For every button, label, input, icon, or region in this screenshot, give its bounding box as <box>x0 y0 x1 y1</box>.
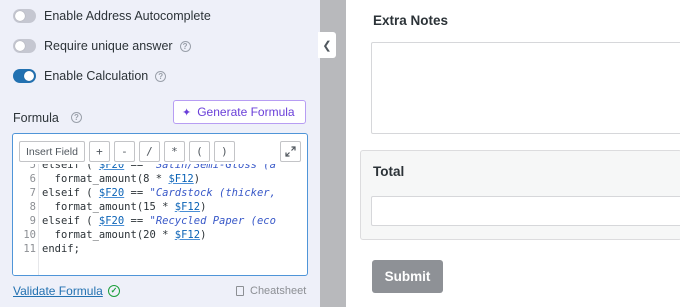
close-paren-button[interactable]: ) <box>213 141 235 162</box>
address-autocomplete-label: Enable Address Autocomplete <box>44 9 211 23</box>
unique-answer-toggle[interactable] <box>13 39 36 53</box>
code-token: ) <box>193 173 201 185</box>
insert-field-button[interactable]: Insert Field <box>19 141 85 162</box>
code-text: elseif ( $F20 == "Satin/Semi-Gloss (a <box>42 164 282 172</box>
enable-calculation-toggle[interactable] <box>13 69 36 83</box>
string-literal: "Recycled Paper (eco <box>149 215 283 227</box>
unique-answer-row: Require unique answer ? <box>13 37 191 55</box>
help-icon[interactable]: ? <box>155 70 167 82</box>
code-token: ) <box>200 229 207 241</box>
submit-button[interactable]: Submit <box>372 260 443 293</box>
unique-answer-label: Require unique answer <box>44 39 173 53</box>
line-number: 7 <box>29 187 36 199</box>
valid-check-icon: ✓ <box>108 285 120 297</box>
cheatsheet-link[interactable]: Cheatsheet <box>236 285 306 297</box>
total-input[interactable] <box>371 196 680 226</box>
code-text: format_amount(20 * $F12) <box>42 228 207 242</box>
minus-button[interactable]: - <box>113 141 135 162</box>
line-number: 11 <box>23 243 36 255</box>
toggle-knob <box>24 71 34 81</box>
code-token: elseif ( <box>42 215 99 227</box>
formula-code[interactable]: 5 elseif ( $F20 == "Satin/Semi-Gloss (a 6… <box>13 164 307 275</box>
formula-help-icon[interactable]: ? <box>71 112 82 123</box>
code-token: elseif ( <box>42 164 99 171</box>
code-text: endif; <box>42 242 80 256</box>
code-token: endif; <box>42 243 80 255</box>
line-number: 10 <box>23 229 36 241</box>
generate-formula-button[interactable]: ✦ Generate Formula <box>173 100 306 124</box>
enable-calculation-label: Enable Calculation <box>44 69 149 83</box>
extra-notes-label: Extra Notes <box>373 13 449 28</box>
field-variable: $F12 <box>174 201 201 213</box>
chevron-left-icon: ❮ <box>322 39 332 52</box>
expand-icon <box>285 146 296 157</box>
formula-label: Formula <box>13 111 59 125</box>
toggle-knob <box>15 41 25 51</box>
line-number: 8 <box>29 201 36 213</box>
code-text: format_amount(15 * $F12) <box>42 200 207 214</box>
code-token: == <box>124 164 150 171</box>
code-text: elseif ( $F20 == "Cardstock (thicker, <box>42 186 282 200</box>
multiply-button[interactable]: * <box>163 141 185 162</box>
code-token: format_amount(15 * <box>42 201 175 213</box>
field-variable: $F12 <box>174 229 201 241</box>
expand-editor-button[interactable] <box>280 141 301 162</box>
line-number: 9 <box>29 215 36 227</box>
address-autocomplete-toggle[interactable] <box>13 9 36 23</box>
collapse-panel-button[interactable]: ❮ <box>318 32 336 58</box>
extra-notes-textarea[interactable] <box>371 42 680 134</box>
line-number: 6 <box>29 173 36 185</box>
total-field-container[interactable] <box>360 150 680 240</box>
field-variable: $F20 <box>98 187 125 199</box>
enable-calculation-row: Enable Calculation ? <box>13 67 167 85</box>
line-number: 5 <box>29 164 36 171</box>
field-variable: $F12 <box>168 173 194 185</box>
field-variable: $F20 <box>98 164 125 171</box>
code-token: format_amount(20 * <box>42 229 175 241</box>
code-token: elseif ( <box>42 187 99 199</box>
code-token: == <box>124 215 150 227</box>
formula-toolbar: Insert Field + - / * ( ) <box>19 141 235 163</box>
code-token: ) <box>200 201 207 213</box>
formula-editor[interactable]: Insert Field + - / * ( ) 5 elseif ( $F20 … <box>12 133 308 276</box>
plus-button[interactable]: + <box>88 141 110 162</box>
string-literal: "Cardstock (thicker, <box>149 187 283 199</box>
validate-formula-link[interactable]: Validate Formula <box>13 284 103 298</box>
address-autocomplete-row: Enable Address Autocomplete <box>13 7 211 25</box>
code-text: elseif ( $F20 == "Recycled Paper (eco <box>42 214 282 228</box>
toggle-knob <box>15 11 25 21</box>
help-icon[interactable]: ? <box>179 40 191 52</box>
code-token: format_amount(8 * <box>42 173 169 185</box>
total-label: Total <box>373 164 405 179</box>
divide-button[interactable]: / <box>138 141 160 162</box>
sparkle-icon: ✦ <box>182 106 192 119</box>
code-token: == <box>124 187 150 199</box>
string-literal: "Satin/Semi-Gloss (a <box>149 164 283 171</box>
document-icon <box>236 286 244 296</box>
generate-formula-label: Generate Formula <box>197 105 295 119</box>
open-paren-button[interactable]: ( <box>188 141 210 162</box>
field-variable: $F20 <box>98 215 125 227</box>
field-settings-panel: Enable Address Autocomplete Require uniq… <box>0 0 320 307</box>
code-text: format_amount(8 * $F12) <box>42 172 200 186</box>
cheatsheet-label: Cheatsheet <box>250 285 307 297</box>
